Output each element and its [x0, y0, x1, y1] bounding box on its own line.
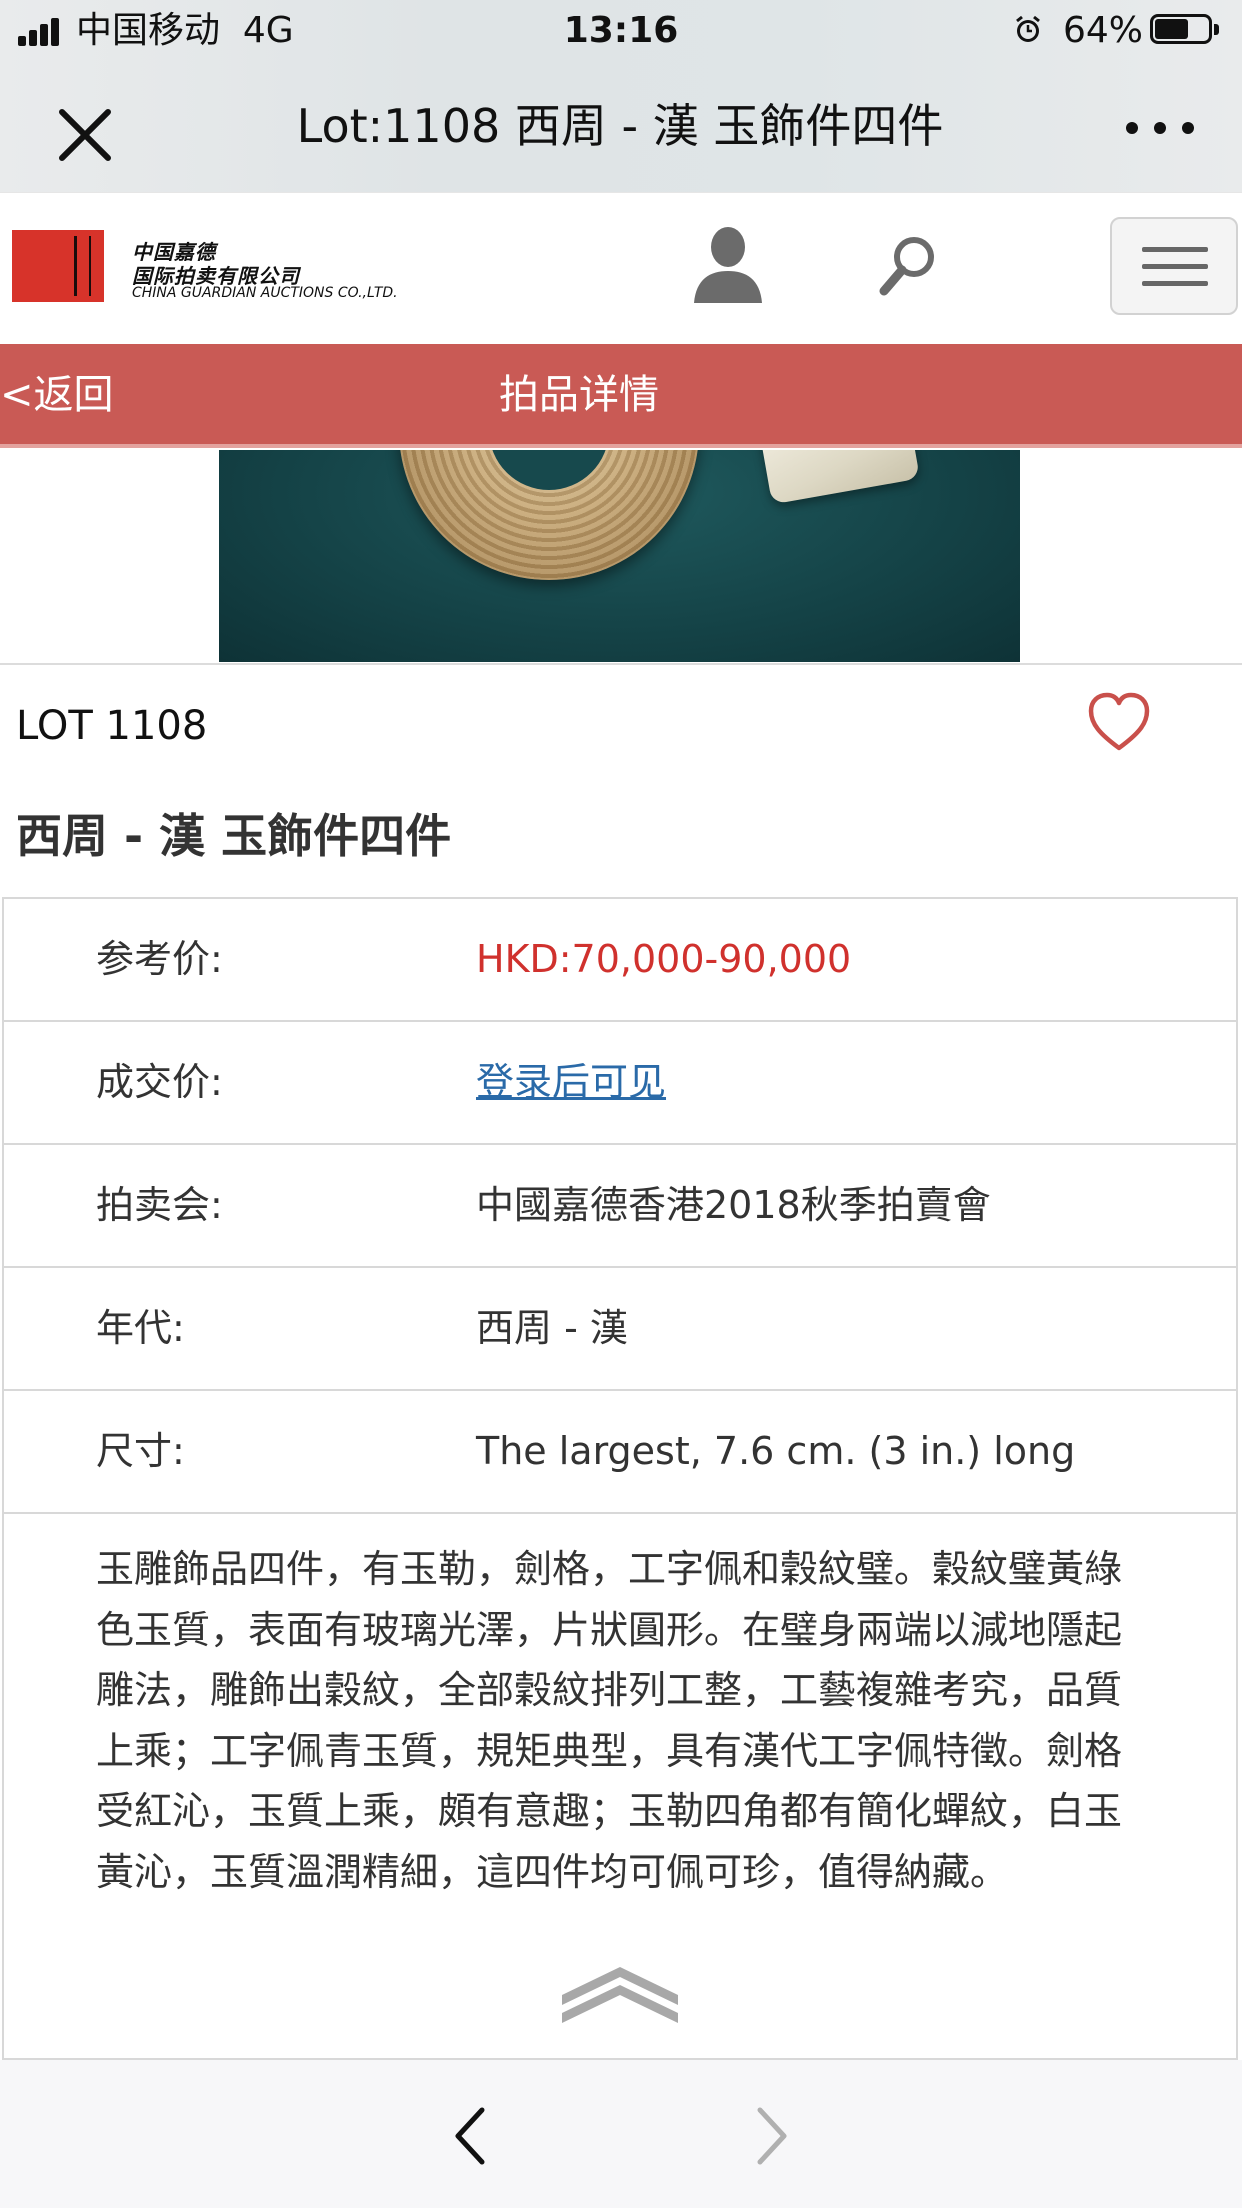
period-value: 西周 - 漢 — [476, 1306, 628, 1350]
browser-toolbar — [0, 2060, 1242, 2208]
period-row: 年代: 西周 - 漢 — [4, 1268, 1236, 1391]
hammer-price-label: 成交价: — [96, 1060, 223, 1104]
size-row: 尺寸: The largest, 7.6 cm. (3 in.) long — [4, 1391, 1236, 1514]
lot-number: LOT 1108 — [16, 703, 208, 749]
hamburger-menu-button[interactable] — [1110, 217, 1238, 315]
divider — [0, 663, 1242, 665]
search-icon — [879, 237, 934, 296]
user-icon — [694, 227, 762, 303]
webview-title-bar: Lot:1108 西周 - 漢 玉飾件四件 — [0, 62, 1242, 192]
page-title: 拍品详情 — [499, 372, 659, 418]
estimate-label: 参考价: — [96, 937, 223, 981]
clock: 13:16 — [563, 10, 679, 51]
chevron-left-icon — [455, 2107, 485, 2165]
status-bar: 中国移动 4G 13:16 64% — [0, 0, 1242, 62]
lot-title: 西周 - 漢 玉飾件四件 — [16, 809, 452, 863]
jade-disc — [399, 450, 699, 580]
browser-forward-button[interactable] — [746, 2104, 796, 2168]
collapse-button[interactable] — [558, 1959, 682, 2023]
size-value: The largest, 7.6 cm. (3 in.) long — [476, 1429, 1076, 1473]
jade-ornament — [758, 450, 920, 505]
lot-details-table: 参考价: HKD:70,000-90,000 成交价: 登录后可见 拍卖会: 中… — [2, 897, 1238, 2060]
hammer-price-row: 成交价: 登录后可见 — [4, 1022, 1236, 1145]
auction-row: 拍卖会: 中國嘉德香港2018秋季拍賣會 — [4, 1145, 1236, 1268]
estimate-row: 参考价: HKD:70,000-90,000 — [4, 899, 1236, 1022]
site-header: 中国嘉德 国际拍卖有限公司 CHINA GUARDIAN AUCTIONS CO… — [0, 192, 1242, 345]
more-options-button[interactable] — [1120, 108, 1200, 148]
lot-image[interactable] — [219, 450, 1020, 662]
browser-back-button[interactable] — [446, 2104, 496, 2168]
more-dots-icon — [1126, 122, 1138, 134]
lot-description: 玉雕飾品四件，有玉勒，劍格，工字佩和穀紋璧。穀紋璧黃綠色玉質，表面有玻璃光澤，片… — [96, 1547, 1123, 1894]
logo-mark — [12, 230, 104, 302]
heart-icon — [1088, 692, 1150, 751]
logo-en: CHINA GUARDIAN AUCTIONS CO.,LTD. — [132, 285, 398, 301]
page-nav-bar: <返回 拍品详情 — [0, 344, 1242, 448]
auction-label: 拍卖会: — [96, 1183, 223, 1227]
login-to-view-link[interactable]: 登录后可见 — [476, 1056, 666, 1108]
battery-percent: 64% — [1063, 10, 1144, 51]
double-chevron-up-icon — [562, 1967, 678, 2023]
webview-title: Lot:1108 西周 - 漢 玉飾件四件 — [296, 99, 944, 153]
auction-value: 中國嘉德香港2018秋季拍賣會 — [476, 1183, 991, 1227]
user-account-button[interactable] — [688, 221, 768, 305]
estimate-value: HKD:70,000-90,000 — [476, 937, 852, 981]
favorite-button[interactable] — [1086, 690, 1152, 756]
close-button[interactable] — [50, 100, 120, 170]
alarm-icon — [1016, 15, 1040, 42]
battery-icon — [1150, 14, 1220, 46]
size-label: 尺寸: — [96, 1429, 185, 1473]
search-button[interactable] — [872, 229, 944, 301]
chevron-right-icon — [757, 2107, 787, 2165]
china-guardian-logo[interactable]: 中国嘉德 国际拍卖有限公司 CHINA GUARDIAN AUCTIONS CO… — [12, 230, 432, 310]
close-icon — [59, 109, 111, 161]
period-label: 年代: — [96, 1306, 185, 1350]
